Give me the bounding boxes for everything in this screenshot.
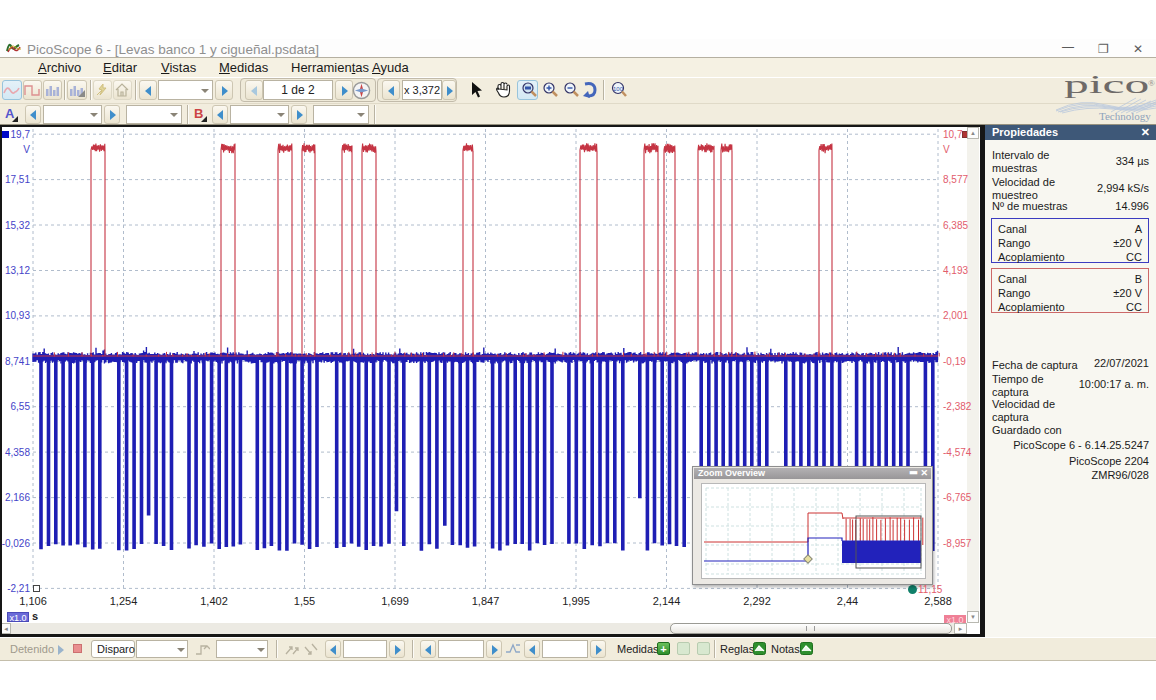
svg-text:100: 100 [613, 86, 624, 92]
